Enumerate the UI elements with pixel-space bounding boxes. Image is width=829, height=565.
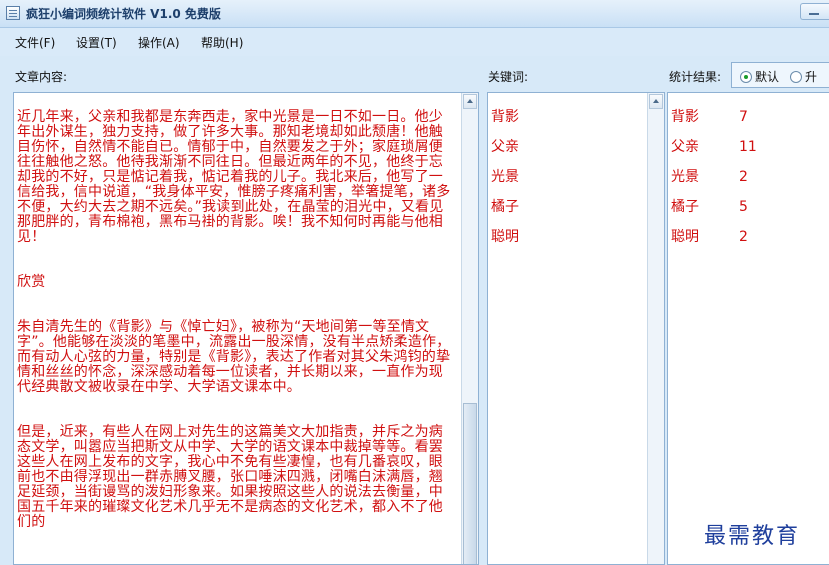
article-content: 近几年来，父亲和我都是东奔西走，家中光景是一日不如一日。他少年出外谋生，独力支持… xyxy=(17,95,456,560)
result-row: 橘子 5 xyxy=(671,200,757,215)
article-paragraph: 欣赏 xyxy=(17,274,46,290)
results-content: 背影 7 父亲 11 光景 2 橘子 5 聪明 2 xyxy=(671,95,757,260)
radio-ascending[interactable]: 升 xyxy=(790,68,817,85)
result-row: 父亲 11 xyxy=(671,140,757,155)
keywords-scrollbar[interactable] xyxy=(647,93,664,564)
keyword-item: 父亲 xyxy=(491,139,519,155)
scroll-up-arrow-icon[interactable] xyxy=(649,94,663,109)
article-textarea[interactable]: 近几年来，父亲和我都是东奔西走，家中光景是一日不如一日。他少年出外谋生，独力支持… xyxy=(13,92,479,565)
sort-radio-group: 默认 升 xyxy=(731,62,829,88)
result-count: 5 xyxy=(739,199,748,215)
title-bar: 疯狂小编词频统计软件 V1.0 免费版 xyxy=(0,0,829,28)
results-label: 统计结果: xyxy=(669,70,722,84)
result-count: 2 xyxy=(739,229,748,245)
radio-unchecked-icon xyxy=(790,71,802,83)
result-row: 光景 2 xyxy=(671,170,757,185)
result-word: 背影 xyxy=(671,109,699,125)
menu-help[interactable]: 帮助(H) xyxy=(201,34,243,51)
result-word: 聪明 xyxy=(671,229,699,245)
article-scrollbar[interactable] xyxy=(461,93,478,564)
result-word: 光景 xyxy=(671,169,699,185)
article-paragraph: 近几年来，父亲和我都是东奔西走，家中光景是一日不如一日。他少年出外谋生，独力支持… xyxy=(17,109,451,245)
article-paragraph: 但是，近来，有些人在网上对先生的这篇美文大加指责，并斥之为病态文学，叫嚣应当把斯… xyxy=(17,424,443,530)
article-scroll-thumb[interactable] xyxy=(463,403,477,564)
article-paragraph: 朱自清先生的《背影》与《悼亡妇》，被称为“天地间第一等至情文字”。他能够在淡淡的… xyxy=(17,319,451,395)
result-word: 橘子 xyxy=(671,199,699,215)
menu-file[interactable]: 文件(F) xyxy=(15,34,55,51)
keyword-item: 背影 xyxy=(491,109,519,125)
window-title: 疯狂小编词频统计软件 V1.0 免费版 xyxy=(26,7,221,21)
result-row: 聪明 2 xyxy=(671,230,757,245)
keywords-content: 背影 父亲 光景 橘子 聪明 xyxy=(491,95,519,260)
result-count: 7 xyxy=(739,109,748,125)
result-row: 背影 7 xyxy=(671,110,757,125)
keyword-item: 光景 xyxy=(491,169,519,185)
keyword-item: 橘子 xyxy=(491,199,519,215)
menu-settings[interactable]: 设置(T) xyxy=(76,34,117,51)
keywords-textarea[interactable]: 背影 父亲 光景 橘子 聪明 xyxy=(487,92,665,565)
watermark: 最需教育 xyxy=(704,524,801,549)
radio-default[interactable]: 默认 xyxy=(740,68,779,85)
app-icon xyxy=(6,6,20,20)
radio-ascending-label: 升 xyxy=(805,70,818,84)
minimize-button[interactable] xyxy=(800,3,829,20)
keyword-item: 聪明 xyxy=(491,229,519,245)
menu-operation[interactable]: 操作(A) xyxy=(138,34,180,51)
article-label: 文章内容: xyxy=(15,70,68,84)
result-count: 2 xyxy=(739,169,748,185)
menu-bar: 文件(F) 设置(T) 操作(A) 帮助(H) xyxy=(0,28,829,56)
app-window: 疯狂小编词频统计软件 V1.0 免费版 文件(F) 设置(T) 操作(A) 帮助… xyxy=(0,0,829,565)
result-count: 11 xyxy=(739,139,757,155)
scroll-up-arrow-icon[interactable] xyxy=(463,94,477,109)
results-textarea[interactable]: 背影 7 父亲 11 光景 2 橘子 5 聪明 2 xyxy=(667,92,829,565)
keywords-label: 关键词: xyxy=(488,70,529,84)
radio-checked-icon xyxy=(740,71,752,83)
radio-default-label: 默认 xyxy=(755,70,780,84)
result-word: 父亲 xyxy=(671,139,699,155)
